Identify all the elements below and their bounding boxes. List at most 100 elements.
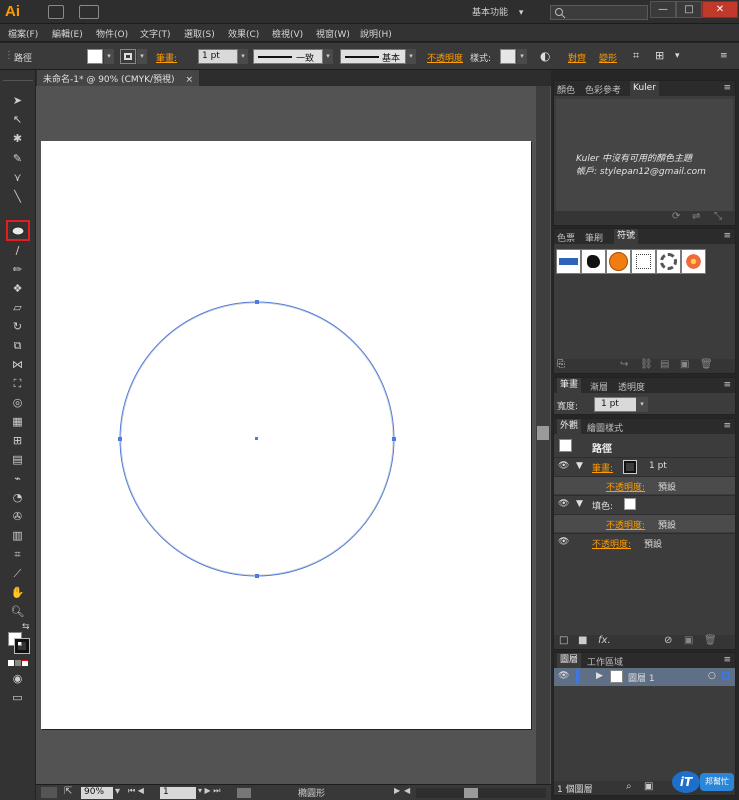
menu-view[interactable]: 檢視(V): [272, 27, 303, 40]
tab-layers[interactable]: 圖層: [557, 653, 582, 668]
page-field[interactable]: 1: [160, 787, 196, 799]
menu-window[interactable]: 視窗(W): [316, 27, 350, 40]
tab-graphic-styles[interactable]: 繪圖樣式: [587, 421, 623, 434]
line-tool-icon[interactable]: ╲: [9, 188, 26, 205]
gradient-tool-icon[interactable]: ▤: [9, 451, 26, 468]
stroke-dropdown[interactable]: ▾: [137, 49, 147, 64]
layer-name[interactable]: 圖層 1: [628, 671, 655, 684]
symbol-ink-splat[interactable]: [581, 249, 606, 274]
hand-tool-icon[interactable]: ✋: [9, 584, 26, 601]
workspace-switcher[interactable]: 基本功能 ▾: [472, 5, 542, 19]
chevron-down-icon[interactable]: ▾: [675, 51, 680, 61]
scale-tool-icon[interactable]: ⧉: [9, 337, 26, 354]
magic-wand-tool-icon[interactable]: ✱: [9, 130, 26, 147]
control-panel-menu-icon[interactable]: ≡: [720, 51, 728, 61]
document-tab[interactable]: 未命名-1* @ 90% (CMYK/預視) ×: [37, 70, 199, 86]
select-similar-icon[interactable]: ⊞: [655, 49, 664, 62]
eyedropper-tool-icon[interactable]: ⌁: [9, 470, 26, 487]
color-mode-icon[interactable]: [8, 660, 14, 666]
appearance-row-fill[interactable]: 👁︎ ▼ 填色:: [554, 495, 735, 513]
scroll-left-icon[interactable]: ◀: [404, 786, 410, 795]
next-page-icon[interactable]: ▾ ▶ ⏭: [198, 786, 220, 796]
transform-link[interactable]: 變形: [599, 51, 617, 64]
locate-object-icon[interactable]: ⌕: [626, 781, 632, 792]
appearance-row-stroke-opacity[interactable]: 不透明度: 預設: [554, 476, 735, 494]
stroke-width-dropdown[interactable]: ▾: [636, 397, 648, 412]
eye-icon[interactable]: 👁︎: [558, 499, 569, 509]
tab-gradient[interactable]: 漸層: [590, 380, 608, 393]
slice-tool-icon[interactable]: ⟋: [9, 565, 26, 582]
stroke-swatch[interactable]: [120, 49, 136, 64]
layer-row[interactable]: 👁︎ ▶ 圖層 1 ○: [554, 668, 735, 686]
tab-brushes[interactable]: 筆刷: [585, 231, 603, 244]
version-cue-icon[interactable]: [41, 787, 57, 798]
add-stroke-icon[interactable]: □: [559, 635, 568, 646]
stroke-color-box[interactable]: [14, 638, 30, 654]
canvas-area[interactable]: [36, 86, 551, 784]
rotate-tool-icon[interactable]: ↻: [9, 318, 26, 335]
delete-item-icon[interactable]: 🗑︎: [704, 635, 717, 646]
symbol-options-icon[interactable]: ▤: [660, 359, 669, 370]
zoom-tool-icon[interactable]: 🔍︎: [9, 603, 26, 620]
opacity-link[interactable]: 不透明度:: [592, 537, 631, 550]
profile-dropdown[interactable]: ▾: [323, 49, 333, 64]
align-link[interactable]: 對齊: [568, 51, 586, 64]
clipping-mask-icon[interactable]: ▣: [644, 781, 653, 792]
add-fill-icon[interactable]: ■: [578, 635, 587, 646]
break-link-icon[interactable]: ⛓: [640, 359, 653, 370]
selected-ellipse[interactable]: [41, 141, 531, 729]
fill-dropdown[interactable]: ▾: [104, 49, 114, 64]
vertical-scrollbar[interactable]: [536, 86, 550, 784]
arrange-documents-icon[interactable]: [79, 5, 99, 19]
artboard[interactable]: [41, 141, 531, 729]
disclosure-icon[interactable]: ▼: [576, 461, 583, 471]
symbol-blue-banner[interactable]: [556, 249, 581, 274]
opacity-link[interactable]: 不透明度:: [606, 518, 645, 531]
graphic-style-dropdown[interactable]: ▾: [517, 49, 527, 64]
expand-icon[interactable]: ⤡: [714, 211, 722, 222]
menu-file[interactable]: 檔案(F): [8, 27, 38, 40]
artboard-tool-icon[interactable]: ⌗: [9, 546, 26, 563]
refresh-icon[interactable]: ⟳: [672, 211, 680, 222]
symbol-flower[interactable]: [681, 249, 706, 274]
disclosure-icon[interactable]: ▼: [576, 499, 583, 509]
close-tab-icon[interactable]: ×: [185, 75, 193, 85]
symbol-frame[interactable]: [631, 249, 656, 274]
panel-menu-icon[interactable]: ≡: [723, 231, 731, 241]
opacity-link[interactable]: 不透明度: [427, 51, 463, 64]
tab-color-guide[interactable]: 色彩參考: [585, 83, 621, 96]
menu-select[interactable]: 選取(S): [184, 27, 215, 40]
maximize-button[interactable]: □: [676, 1, 702, 18]
ellipse-tool-icon[interactable]: [6, 220, 30, 241]
fill-swatch[interactable]: [87, 49, 103, 64]
zoom-dropdown[interactable]: ▾: [115, 786, 120, 797]
bridge-icon[interactable]: [48, 5, 64, 19]
blend-tool-icon[interactable]: ◔: [9, 489, 26, 506]
first-page-icon[interactable]: ⏮ ◀: [128, 786, 144, 796]
menu-object[interactable]: 物件(O): [96, 27, 128, 40]
tab-kuler[interactable]: Kuler: [630, 81, 659, 96]
zoom-field[interactable]: 90%: [81, 787, 113, 799]
add-effect-icon[interactable]: fx.: [598, 635, 611, 646]
width-tool-icon[interactable]: ⋈: [9, 356, 26, 373]
menu-help[interactable]: 說明(H): [360, 27, 392, 40]
gradient-mode-icon[interactable]: [15, 660, 21, 666]
swap-icon[interactable]: ⇌: [692, 211, 700, 222]
tab-color[interactable]: 顏色: [557, 83, 575, 96]
screen-mode-icon[interactable]: ▭: [9, 689, 26, 706]
stroke-weight-dropdown[interactable]: ▾: [238, 49, 248, 64]
recolor-icon[interactable]: ◐: [540, 49, 550, 63]
graphic-style-swatch[interactable]: [500, 49, 516, 64]
pen-tool-icon[interactable]: ✎: [9, 150, 26, 167]
target-icon[interactable]: ○: [708, 671, 716, 681]
panel-menu-icon[interactable]: ≡: [723, 421, 731, 431]
swap-colors-icon[interactable]: ⇆: [22, 622, 30, 632]
stroke-weight-field[interactable]: 1 pt: [198, 49, 238, 64]
place-symbol-icon[interactable]: ↪: [620, 359, 628, 370]
eye-icon[interactable]: 👁︎: [558, 537, 569, 547]
duplicate-item-icon[interactable]: ▣: [684, 635, 693, 646]
draw-mode-icon[interactable]: ◉: [9, 670, 26, 687]
delete-symbol-icon[interactable]: 🗑︎: [700, 359, 713, 370]
perspective-grid-tool-icon[interactable]: ▦: [9, 413, 26, 430]
clear-appearance-icon[interactable]: ⊘: [664, 635, 672, 646]
